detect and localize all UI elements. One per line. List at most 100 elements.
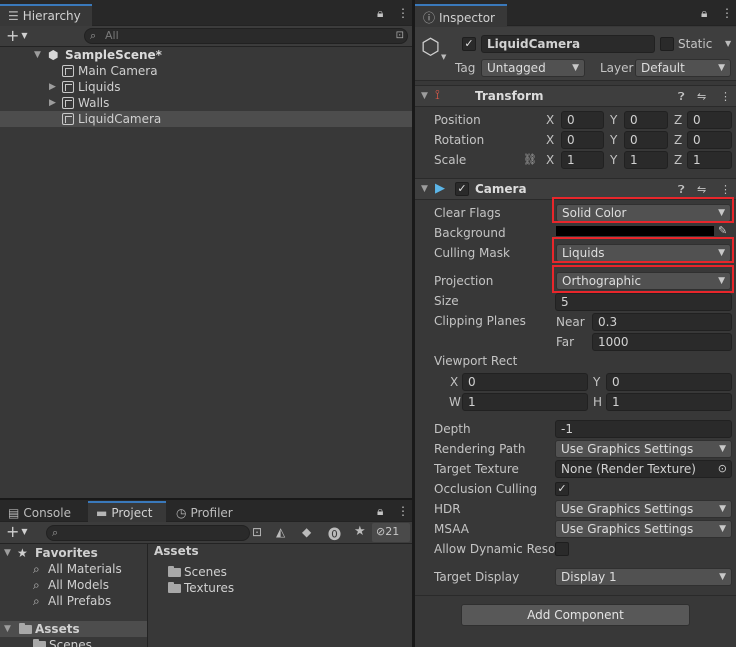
add-button[interactable]: + ▼: [6, 26, 28, 45]
tab-inspector[interactable]: ⓘ Inspector: [415, 4, 507, 26]
hierarchy-tabbar: ☰ Hierarchy 🔒︎ ⋮: [0, 0, 412, 26]
chevron-down-icon: ▼: [719, 524, 726, 534]
depth-field[interactable]: -1: [555, 420, 732, 438]
msaa-dropdown[interactable]: Use Graphics Settings ▼: [555, 520, 732, 538]
expand-arrow-icon[interactable]: ▶: [49, 79, 56, 95]
lock-icon[interactable]: 🔒︎: [377, 6, 383, 21]
breadcrumb[interactable]: Assets: [154, 544, 199, 558]
target-texture-field[interactable]: None (Render Texture) ⊙: [555, 460, 732, 478]
hdr-label: HDR: [434, 502, 461, 516]
lock-icon[interactable]: 🔒︎: [377, 504, 383, 519]
position-x-field[interactable]: 0: [561, 111, 604, 129]
tab-profiler[interactable]: ◷ Profiler: [168, 501, 248, 523]
label-filter-icon[interactable]: ◆: [302, 525, 311, 539]
assets-child-scenes[interactable]: Scenes: [0, 637, 147, 647]
expand-arrow-icon[interactable]: ▼: [4, 545, 11, 561]
foldout-arrow-icon[interactable]: ▼: [421, 184, 428, 194]
tag-dropdown[interactable]: Untagged ▼: [481, 59, 585, 77]
type-filter-icon[interactable]: ◭: [276, 525, 285, 539]
hidden-packages-toggle[interactable]: ⊘21: [372, 523, 410, 542]
help-icon[interactable]: ❓︎: [678, 183, 685, 197]
search-scope-icon[interactable]: ⊡: [252, 525, 262, 539]
position-y-field[interactable]: 0: [624, 111, 668, 129]
add-component-button[interactable]: Add Component: [461, 604, 690, 626]
tree-item-liquidcamera[interactable]: LiquidCamera: [0, 111, 412, 127]
object-name-field[interactable]: LiquidCamera: [481, 35, 655, 53]
tag-label: Tag: [455, 61, 476, 75]
background-label: Background: [434, 226, 506, 240]
scale-x-field[interactable]: 1: [561, 151, 604, 169]
favorite-all-models[interactable]: ⌕ All Models: [0, 577, 147, 593]
rotation-z-field[interactable]: 0: [687, 131, 732, 149]
presets-icon[interactable]: ⇋: [697, 183, 706, 196]
warning-filter-icon[interactable]: ⓿: [328, 524, 341, 543]
viewport-x-field[interactable]: 0: [462, 373, 588, 391]
more-menu-icon[interactable]: ⋮: [397, 504, 409, 518]
folder-scenes[interactable]: Scenes: [149, 564, 412, 580]
help-icon[interactable]: ❓︎: [678, 90, 685, 104]
viewport-w-field[interactable]: 1: [462, 393, 588, 411]
search-scope-icon[interactable]: ⊡: [396, 29, 404, 43]
target-display-dropdown[interactable]: Display 1 ▼: [555, 568, 732, 586]
inspector-tabbar: ⓘ Inspector 🔒︎ ⋮: [415, 0, 736, 26]
project-content: Assets Scenes Textures: [149, 544, 412, 647]
object-picker-icon[interactable]: ⊙: [718, 461, 727, 477]
lock-icon[interactable]: 🔒︎: [701, 6, 707, 21]
project-search-input[interactable]: ⌕: [46, 525, 250, 541]
assets-row[interactable]: ▼ Assets: [0, 621, 147, 637]
active-checkbox[interactable]: ✓: [462, 37, 476, 51]
position-z-field[interactable]: 0: [687, 111, 732, 129]
favorite-all-materials[interactable]: ⌕ All Materials: [0, 561, 147, 577]
eyedropper-icon[interactable]: ✎: [718, 224, 727, 237]
favorites-row[interactable]: ▼ ★ Favorites: [0, 545, 147, 561]
scene-row[interactable]: ▼ ⬢ SampleScene*: [0, 47, 412, 63]
more-menu-icon[interactable]: ⋮: [721, 6, 733, 20]
expand-arrow-icon[interactable]: ▶: [49, 95, 56, 111]
near-field[interactable]: 0.3: [592, 313, 732, 331]
dynamic-resolution-checkbox[interactable]: [555, 542, 569, 556]
occlusion-culling-checkbox[interactable]: ✓: [555, 482, 569, 496]
viewport-y-field[interactable]: 0: [606, 373, 732, 391]
more-menu-icon[interactable]: ⋮: [720, 183, 731, 196]
presets-icon[interactable]: ⇋: [697, 90, 706, 103]
hierarchy-panel: ☰ Hierarchy 🔒︎ ⋮ + ▼ ⌕ All ⊡ ▼ ⬢ SampleSce…: [0, 0, 412, 498]
tree-item-main-camera[interactable]: Main Camera: [0, 63, 412, 79]
more-menu-icon[interactable]: ⋮: [720, 90, 731, 103]
static-dropdown-icon[interactable]: ▼: [725, 39, 731, 48]
expand-arrow-icon[interactable]: ▼: [4, 621, 11, 637]
link-icon[interactable]: ⛓: [523, 153, 537, 166]
gameobject-icon: [62, 113, 74, 125]
rendering-path-dropdown[interactable]: Use Graphics Settings ▼: [555, 440, 732, 458]
layer-dropdown[interactable]: Default ▼: [635, 59, 731, 77]
tab-project[interactable]: ▬ Project: [88, 501, 166, 522]
vertical-splitter[interactable]: [412, 0, 415, 647]
transform-header[interactable]: ▼ ⟟ Transform ❓︎ ⇋ ⋮: [415, 85, 736, 107]
horizontal-splitter[interactable]: [0, 498, 412, 500]
foldout-arrow-icon[interactable]: ▼: [421, 91, 428, 101]
background-color-field[interactable]: [556, 226, 714, 236]
rotation-y-field[interactable]: 0: [624, 131, 668, 149]
favorite-star-icon[interactable]: ★: [354, 524, 366, 539]
favorite-all-prefabs[interactable]: ⌕ All Prefabs: [0, 593, 147, 609]
hdr-dropdown[interactable]: Use Graphics Settings ▼: [555, 500, 732, 518]
size-field[interactable]: 5: [555, 293, 732, 311]
tab-hierarchy[interactable]: ☰ Hierarchy: [0, 4, 92, 26]
scale-y-field[interactable]: 1: [624, 151, 668, 169]
far-field[interactable]: 1000: [592, 333, 732, 351]
folder-textures[interactable]: Textures: [149, 580, 412, 596]
static-checkbox[interactable]: [660, 37, 674, 51]
camera-enabled-checkbox[interactable]: ✓: [455, 182, 469, 196]
gameobject-icon[interactable]: ⬡: [421, 35, 440, 60]
hierarchy-search-input[interactable]: ⌕ All ⊡: [84, 28, 408, 44]
expand-arrow-icon[interactable]: ▼: [34, 47, 41, 63]
more-menu-icon[interactable]: ⋮: [397, 6, 409, 20]
rotation-x-field[interactable]: 0: [561, 131, 604, 149]
tree-item-liquids[interactable]: ▶ Liquids: [0, 79, 412, 95]
rotation-label: Rotation: [434, 133, 485, 147]
dynamic-resolution-label: Allow Dynamic Resol: [434, 542, 559, 556]
viewport-h-field[interactable]: 1: [606, 393, 732, 411]
tree-item-walls[interactable]: ▶ Walls: [0, 95, 412, 111]
create-button[interactable]: + ▼: [6, 522, 28, 541]
tab-console[interactable]: ▤ Console: [0, 501, 86, 523]
scale-z-field[interactable]: 1: [687, 151, 732, 169]
